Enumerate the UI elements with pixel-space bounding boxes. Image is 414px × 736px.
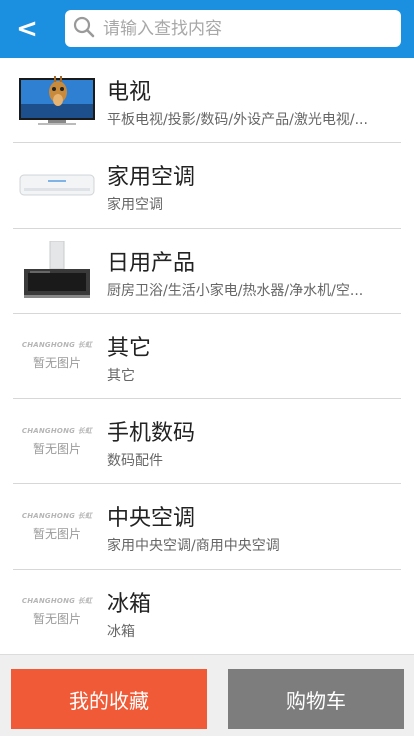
- item-title: 中央空调: [107, 506, 196, 532]
- no-image-text: 暂无图片: [32, 526, 81, 541]
- brand-logo: CHANGHONG 长虹: [21, 597, 93, 606]
- item-title: 日用产品: [107, 250, 196, 276]
- item-title: 手机数码: [107, 421, 196, 447]
- list-item-daily-products[interactable]: 日用产品 厨房卫浴/生活小家电/热水器/净水机/空...: [13, 229, 401, 314]
- item-subtitle: 冰箱: [107, 623, 135, 640]
- no-image-placeholder: CHANGHONG 长虹 暂无图片: [18, 496, 96, 556]
- item-title: 家用空调: [107, 165, 196, 191]
- item-title: 其它: [107, 335, 152, 361]
- item-subtitle: 平板电视/投影/数码/外设产品/激光电视/...: [107, 112, 368, 128]
- list-item-central-ac[interactable]: CHANGHONG 长虹 暂无图片 中央空调 家用中央空调/商用中央空调: [13, 484, 401, 570]
- brand-logo: CHANGHONG 长虹: [21, 341, 93, 350]
- no-image-text: 暂无图片: [32, 356, 81, 371]
- item-title: 电视: [107, 80, 152, 105]
- no-image-placeholder: CHANGHONG 长虹 暂无图片: [18, 326, 96, 386]
- item-subtitle: 厨房卫浴/生活小家电/热水器/净水机/空...: [107, 282, 364, 299]
- item-title: 冰箱: [107, 591, 152, 617]
- item-subtitle: 家用中央空调/商用中央空调: [107, 538, 280, 555]
- item-subtitle: 家用空调: [107, 197, 163, 214]
- list-item-tv[interactable]: 电视 平板电视/投影/数码/外设产品/激光电视/...: [13, 58, 401, 144]
- list-item-others[interactable]: CHANGHONG 长虹 暂无图片 其它 其它: [13, 314, 401, 400]
- my-favorites-button[interactable]: 我的收藏: [11, 669, 207, 729]
- air-conditioner-image: [18, 155, 96, 215]
- brand-logo: CHANGHONG 长虹: [21, 426, 93, 435]
- shopping-cart-button[interactable]: 购物车: [228, 669, 404, 729]
- no-image-placeholder: CHANGHONG 长虹 暂无图片: [18, 411, 96, 471]
- back-button[interactable]: <: [10, 12, 44, 46]
- bottom-bar: 我的收藏 购物车: [0, 654, 414, 736]
- category-list: 电视 平板电视/投影/数码/外设产品/激光电视/... 家用空调 家用空调 日用…: [0, 58, 414, 658]
- search-icon: [73, 16, 95, 42]
- brand-logo: CHANGHONG 长虹: [21, 511, 93, 520]
- top-bar: <: [0, 0, 414, 58]
- back-icon: <: [16, 14, 38, 44]
- range-hood-image: [18, 240, 96, 301]
- item-subtitle: 数码配件: [107, 453, 163, 470]
- no-image-text: 暂无图片: [32, 441, 81, 456]
- tv-product-image: [18, 70, 96, 130]
- no-image-text: 暂无图片: [32, 612, 81, 627]
- list-item-refrigerator[interactable]: CHANGHONG 长虹 暂无图片 冰箱 冰箱: [13, 570, 401, 655]
- search-box[interactable]: [65, 10, 401, 47]
- no-image-placeholder: CHANGHONG 长虹 暂无图片: [18, 582, 96, 642]
- list-item-air-conditioner[interactable]: 家用空调 家用空调: [13, 143, 401, 229]
- list-item-mobile-digital[interactable]: CHANGHONG 长虹 暂无图片 手机数码 数码配件: [13, 399, 401, 485]
- item-subtitle: 其它: [107, 367, 135, 384]
- search-input[interactable]: [103, 18, 393, 39]
